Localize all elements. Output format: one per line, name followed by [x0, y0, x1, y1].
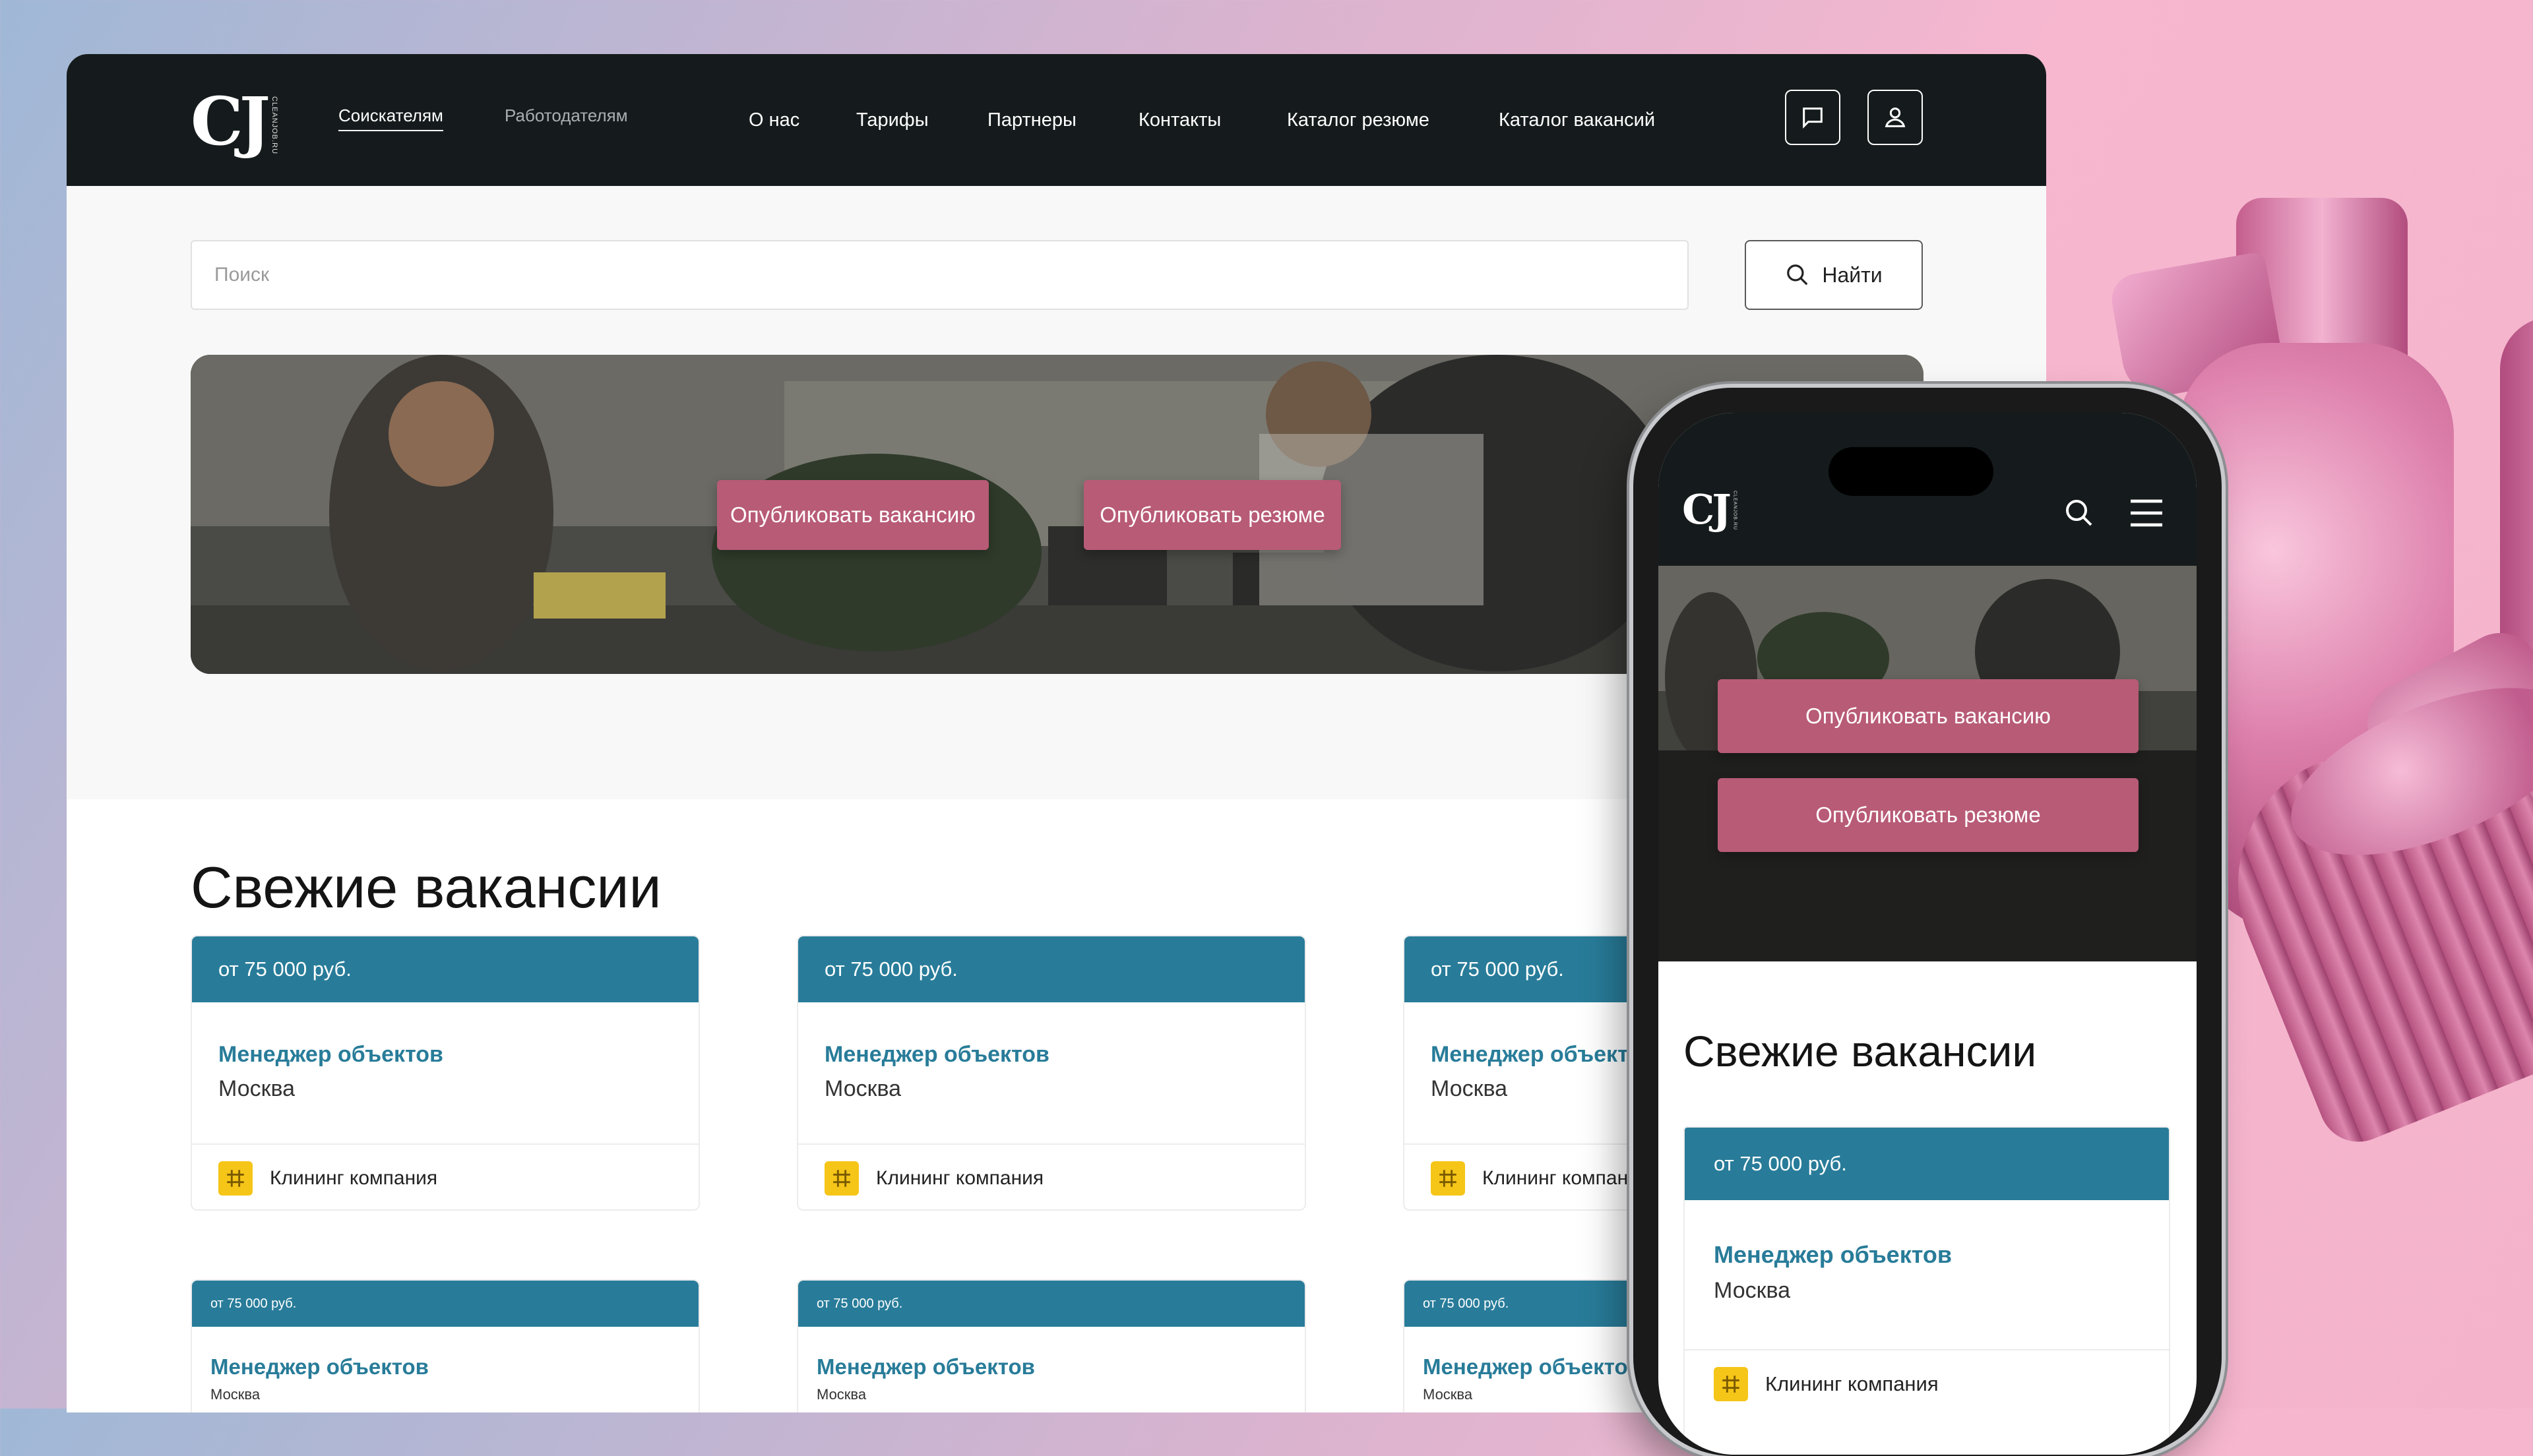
vacancy-salary: от 75 000 руб.	[1685, 1128, 2169, 1200]
site-logo[interactable]: CJ CLEANJOB.RU	[191, 86, 278, 154]
search-icon[interactable]	[2063, 497, 2095, 529]
vacancy-card[interactable]: от 75 000 руб. Менеджер объектов Москва	[797, 1279, 1306, 1412]
tab-job-seekers[interactable]: Соискателям	[338, 106, 443, 131]
vacancy-salary: от 75 000 руб.	[192, 1281, 699, 1327]
nav-partners[interactable]: Партнеры	[987, 109, 1077, 131]
search-button[interactable]: Найти	[1745, 240, 1923, 310]
menu-icon[interactable]	[2128, 496, 2165, 530]
vacancy-title[interactable]: Менеджер объектов	[1431, 1042, 1656, 1068]
mobile-section-title: Свежие вакансии	[1683, 1027, 2037, 1076]
vacancy-city: Москва	[210, 1386, 261, 1403]
search-input[interactable]	[191, 240, 1689, 310]
mobile-logo[interactable]: CJ CLEANJOB.RU	[1682, 485, 1737, 533]
nav-about[interactable]: О нас	[749, 109, 799, 131]
logo-subtext: CLEANJOB.RU	[270, 96, 278, 154]
company-logo-icon	[1714, 1367, 1748, 1401]
mobile-vacancy-card[interactable]: от 75 000 руб. Менеджер объектов Москва …	[1683, 1126, 2170, 1455]
vacancy-salary: от 75 000 руб.	[798, 936, 1305, 1002]
section-title: Свежие вакансии	[191, 855, 662, 921]
company-name: Клининг компания	[1482, 1167, 1650, 1189]
user-icon	[1885, 107, 1906, 127]
vacancy-company: Клининг компания	[798, 1143, 1305, 1209]
vacancy-salary: от 75 000 руб.	[798, 1281, 1305, 1327]
vacancy-company: Клининг компания	[1685, 1349, 2169, 1418]
vacancy-city: Москва	[1423, 1386, 1473, 1403]
company-name: Клининг компания	[876, 1167, 1044, 1189]
vacancy-card[interactable]: от 75 000 руб. Менеджер объектов Москва …	[797, 935, 1306, 1211]
tab-employers[interactable]: Работодателям	[505, 106, 628, 126]
company-name: Клининг компания	[1765, 1372, 1939, 1395]
company-logo-icon	[1431, 1161, 1465, 1196]
phone-dynamic-island	[1829, 447, 1993, 496]
publish-resume-button[interactable]: Опубликовать резюме	[1084, 480, 1341, 550]
mobile-hero-banner: Опубликовать вакансию Опубликовать резюм…	[1658, 566, 2197, 961]
vacancy-title[interactable]: Менеджер объектов	[1714, 1241, 1952, 1269]
site-header: CJ CLEANJOB.RU Соискателям Работодателям…	[67, 54, 2046, 186]
vacancy-city: Москва	[825, 1076, 902, 1101]
vacancy-city: Москва	[817, 1386, 867, 1403]
messages-button[interactable]	[1785, 90, 1840, 145]
vacancy-title[interactable]: Менеджер объектов	[825, 1042, 1049, 1068]
vacancy-company: Клининг компания	[192, 1143, 699, 1209]
profile-button[interactable]	[1867, 90, 1923, 145]
publish-vacancy-button[interactable]: Опубликовать вакансию	[717, 480, 989, 550]
mobile-logo-text: CJ	[1682, 485, 1732, 533]
mobile-publish-resume-button[interactable]: Опубликовать резюме	[1718, 778, 2139, 852]
vacancy-city: Москва	[1431, 1076, 1508, 1101]
mobile-screen: CJ CLEANJOB.RU Опубликовать вакансию Опу…	[1658, 413, 2197, 1455]
company-name: Клининг компания	[270, 1167, 438, 1189]
chat-icon	[1803, 107, 1823, 129]
vacancy-city: Москва	[218, 1076, 296, 1101]
vacancy-title[interactable]: Менеджер объектов	[817, 1354, 1035, 1380]
search-icon	[1787, 264, 1808, 286]
logo-text: CJ	[191, 82, 270, 160]
nav-contacts[interactable]: Контакты	[1139, 109, 1221, 131]
mobile-hero-photo	[1658, 566, 2197, 961]
search-button-label: Найти	[1822, 262, 1883, 287]
mobile-logo-subtext: CLEANJOB.RU	[1732, 490, 1737, 530]
company-logo-icon	[218, 1161, 253, 1196]
vacancy-city: Москва	[1714, 1278, 1791, 1303]
nav-vacancy-catalog[interactable]: Каталог вакансий	[1499, 109, 1655, 131]
vacancy-title[interactable]: Менеджер объектов	[210, 1354, 429, 1380]
vacancy-title[interactable]: Менеджер объектов	[218, 1042, 443, 1068]
mobile-publish-vacancy-button[interactable]: Опубликовать вакансию	[1718, 679, 2139, 753]
vacancy-title[interactable]: Менеджер объектов	[1423, 1354, 1641, 1380]
vacancy-card[interactable]: от 75 000 руб. Менеджер объектов Москва	[191, 1279, 700, 1412]
nav-resume-catalog[interactable]: Каталог резюме	[1287, 109, 1429, 131]
vacancy-card[interactable]: от 75 000 руб. Менеджер объектов Москва …	[191, 935, 700, 1211]
mobile-phone-mockup: CJ CLEANJOB.RU Опубликовать вакансию Опу…	[1633, 388, 2222, 1456]
company-logo-icon	[825, 1161, 859, 1196]
mobile-header: CJ CLEANJOB.RU	[1658, 413, 2197, 566]
vacancy-salary: от 75 000 руб.	[192, 936, 699, 1002]
nav-tariffs[interactable]: Тарифы	[856, 109, 929, 131]
